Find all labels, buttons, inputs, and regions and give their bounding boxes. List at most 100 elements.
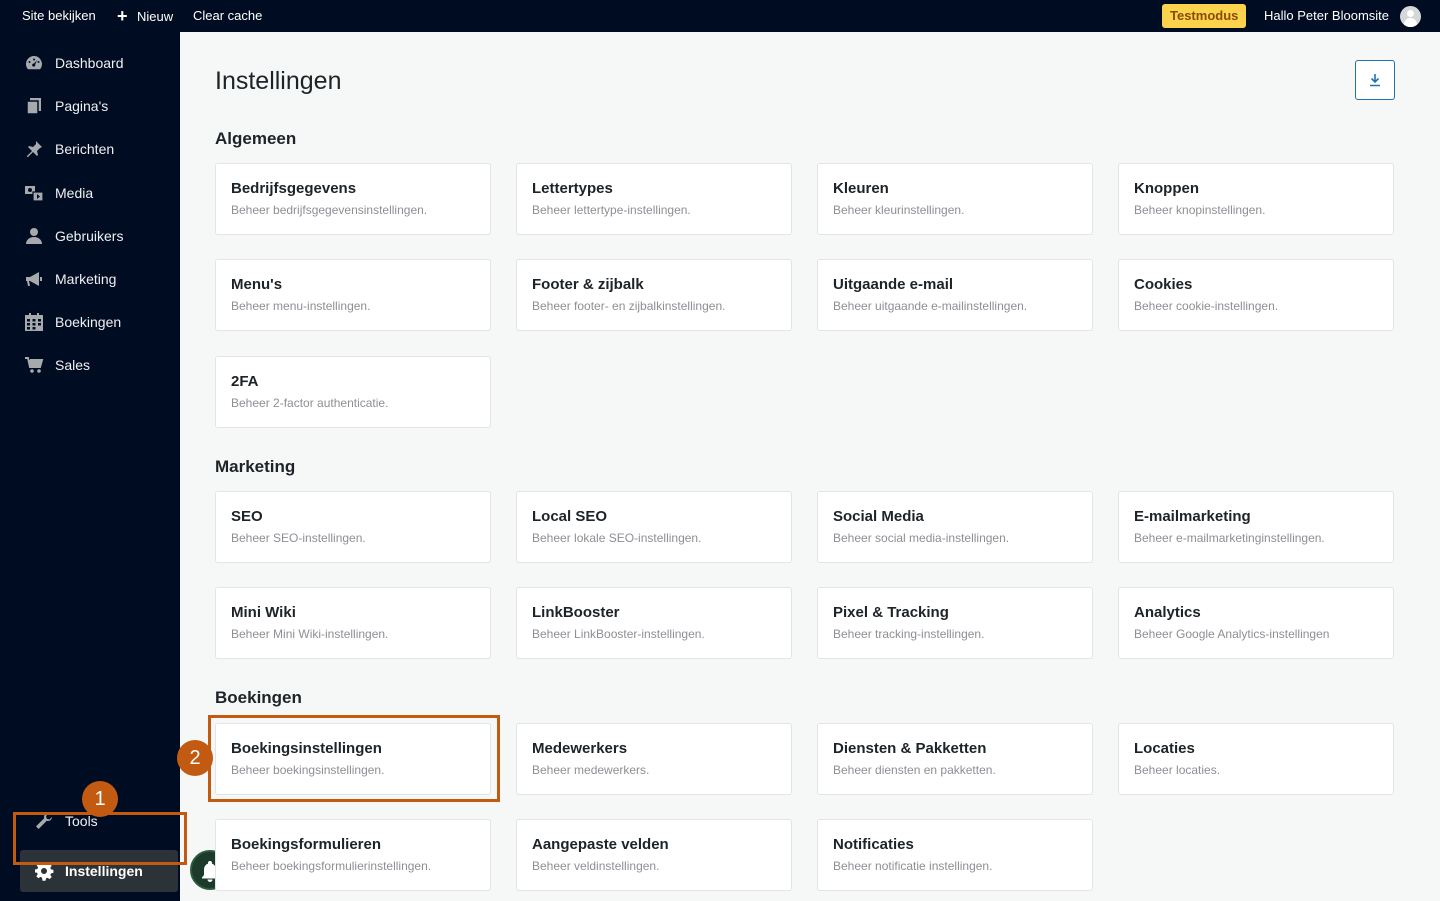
card-title: Social Media (833, 508, 924, 525)
card-description: Beheer uitgaande e-mailinstellingen. (833, 299, 1028, 313)
avatar[interactable] (1400, 6, 1421, 27)
download-button[interactable] (1355, 60, 1395, 100)
settings-card[interactable]: Aangepaste velden Beheer veldinstellingen… (516, 819, 792, 891)
testmodus-badge[interactable]: Testmodus (1162, 4, 1247, 28)
section-title-marketing: Marketing (215, 457, 296, 476)
card-description: Beheer LinkBooster-instellingen. (532, 627, 705, 641)
settings-card[interactable]: Analytics Beheer Google Analytics-instell… (1118, 587, 1394, 659)
settings-card[interactable]: Medewerkers Beheer medewerkers. (516, 723, 792, 795)
card-description: Beheer e-mailmarketinginstellingen. (1134, 531, 1325, 545)
card-description: Beheer knopinstellingen. (1134, 203, 1266, 217)
card-description: Beheer diensten en pakketten. (833, 763, 996, 777)
settings-card[interactable]: Bedrijfsgegevens Beheer bedrijfsgegevensi… (215, 163, 491, 235)
settings-card[interactable]: E-mailmarketing Beheer e-mailmarketingins… (1118, 491, 1394, 563)
user-icon (26, 228, 42, 244)
card-description: Beheer bedrijfsgegevensinstellingen. (231, 203, 428, 217)
card-title: Cookies (1134, 276, 1193, 293)
card-description: Beheer medewerkers. (532, 763, 650, 777)
settings-card[interactable]: Kleuren Beheer kleurinstellingen. (817, 163, 1093, 235)
card-title: SEO (231, 508, 263, 525)
card-description: Beheer social media-instellingen. (833, 531, 1010, 545)
card-description: Beheer cookie-instellingen. (1134, 299, 1279, 313)
card-title: Uitgaande e-mail (833, 276, 954, 293)
settings-card[interactable]: Diensten & Pakketten Beheer diensten en p… (817, 723, 1093, 795)
settings-card[interactable]: Cookies Beheer cookie-instellingen. (1118, 259, 1394, 331)
card-title: Kleuren (833, 180, 889, 197)
settings-card[interactable]: Social Media Beheer social media-instelli… (817, 491, 1093, 563)
clear-cache-link[interactable]: Clear cache (193, 0, 262, 32)
card-title: Pixel & Tracking (833, 604, 949, 621)
sidebar-item-media[interactable]: Media (0, 173, 180, 213)
card-title: Menu's (231, 276, 283, 293)
card-title: Footer & zijbalk (532, 276, 644, 293)
megaphone-icon (26, 272, 42, 286)
card-title: Local SEO (532, 508, 608, 525)
card-title: Aangepaste velden (532, 836, 669, 853)
settings-card[interactable]: Footer & zijbalk Beheer footer- en zijbal… (516, 259, 792, 331)
plus-icon: + (117, 6, 128, 26)
pages-icon (26, 98, 41, 115)
settings-card[interactable]: Mini Wiki Beheer Mini Wiki-instellingen. (215, 587, 491, 659)
settings-card[interactable]: LinkBooster Beheer LinkBooster-instelling… (516, 587, 792, 659)
sidebar-item-label: Boekingen (55, 314, 122, 330)
settings-card[interactable]: Uitgaande e-mail Beheer uitgaande e-maili… (817, 259, 1093, 331)
card-description: Beheer notificatie instellingen. (833, 859, 993, 873)
card-title: E-mailmarketing (1134, 508, 1251, 525)
sidebar-item-label: Berichten (55, 141, 115, 157)
card-description: Beheer Google Analytics-instellingen (1134, 627, 1330, 641)
sidebar-item-users[interactable]: Gebruikers (0, 216, 180, 256)
page-title: Instellingen (215, 67, 342, 95)
section-title-algemeen: Algemeen (215, 129, 297, 148)
card-title: Notificaties (833, 836, 914, 853)
new-content-link[interactable]: + Nieuw (117, 0, 173, 32)
settings-card[interactable]: Notificaties Beheer notificatie instellin… (817, 819, 1093, 891)
dashboard-icon (26, 56, 42, 70)
section-title-boekingen: Boekingen (215, 688, 302, 707)
settings-card[interactable]: Knoppen Beheer knopinstellingen. (1118, 163, 1394, 235)
card-title: Locaties (1134, 740, 1195, 757)
card-description: Beheer tracking-instellingen. (833, 627, 985, 641)
user-greeting[interactable]: Hallo Peter Bloomsite (1264, 0, 1389, 32)
sidebar-item-label: Pagina's (55, 98, 109, 114)
sidebar-item-label: Dashboard (55, 55, 124, 71)
settings-card[interactable]: Lettertypes Beheer lettertype-instellinge… (516, 163, 792, 235)
card-description: Beheer Mini Wiki-instellingen. (231, 627, 389, 641)
cart-icon (25, 357, 44, 373)
media-icon (25, 186, 44, 202)
card-title: Knoppen (1134, 180, 1199, 197)
sidebar-item-bookings[interactable]: Boekingen (0, 302, 180, 342)
sidebar-item-pages[interactable]: Pagina's (0, 86, 180, 126)
card-title: Mini Wiki (231, 604, 296, 621)
settings-card[interactable]: Menu's Beheer menu-instellingen. (215, 259, 491, 331)
sidebar-item-dashboard[interactable]: Dashboard (0, 43, 180, 83)
card-description: Beheer SEO-instellingen. (231, 531, 366, 545)
settings-card[interactable]: Boekingsformulieren Beheer boekingsformul… (215, 819, 491, 891)
highlight-box-boekingsinstellingen (208, 715, 500, 802)
card-description: Beheer menu-instellingen. (231, 299, 371, 313)
calendar-icon (25, 313, 43, 331)
pin-icon (27, 141, 42, 157)
step-badge-1: 1 (82, 781, 118, 817)
view-site-link[interactable]: Site bekijken (22, 0, 96, 32)
settings-card[interactable]: Pixel & Tracking Beheer tracking-instelli… (817, 587, 1093, 659)
card-description: Beheer footer- en zijbalkinstellingen. (532, 299, 726, 313)
card-title: Medewerkers (532, 740, 628, 757)
card-description: Beheer lokale SEO-instellingen. (532, 531, 702, 545)
main-content: Instellingen Algemeen Bedrijfsgegevens Be… (177, 32, 1440, 901)
card-title: Diensten & Pakketten (833, 740, 987, 757)
settings-card[interactable]: 2FA Beheer 2-factor authenticatie. (215, 356, 491, 428)
admin-bar: Site bekijken + Nieuw Clear cache Testmod… (0, 0, 1440, 32)
step-badge-2: 2 (177, 740, 213, 776)
sidebar-item-marketing[interactable]: Marketing (0, 259, 180, 299)
sidebar-item-label: Media (55, 185, 94, 201)
sidebar-item-posts[interactable]: Berichten (0, 129, 180, 169)
settings-card[interactable]: Locaties Beheer locaties. (1118, 723, 1394, 795)
settings-card[interactable]: Local SEO Beheer lokale SEO-instellingen. (516, 491, 792, 563)
card-title: Lettertypes (532, 180, 613, 197)
settings-card[interactable]: SEO Beheer SEO-instellingen. (215, 491, 491, 563)
card-title: 2FA (231, 373, 259, 390)
card-title: Analytics (1134, 604, 1201, 621)
highlight-box-settings (13, 812, 187, 865)
sidebar-item-sales[interactable]: Sales (0, 345, 180, 385)
sidebar-item-label: Marketing (55, 271, 117, 287)
